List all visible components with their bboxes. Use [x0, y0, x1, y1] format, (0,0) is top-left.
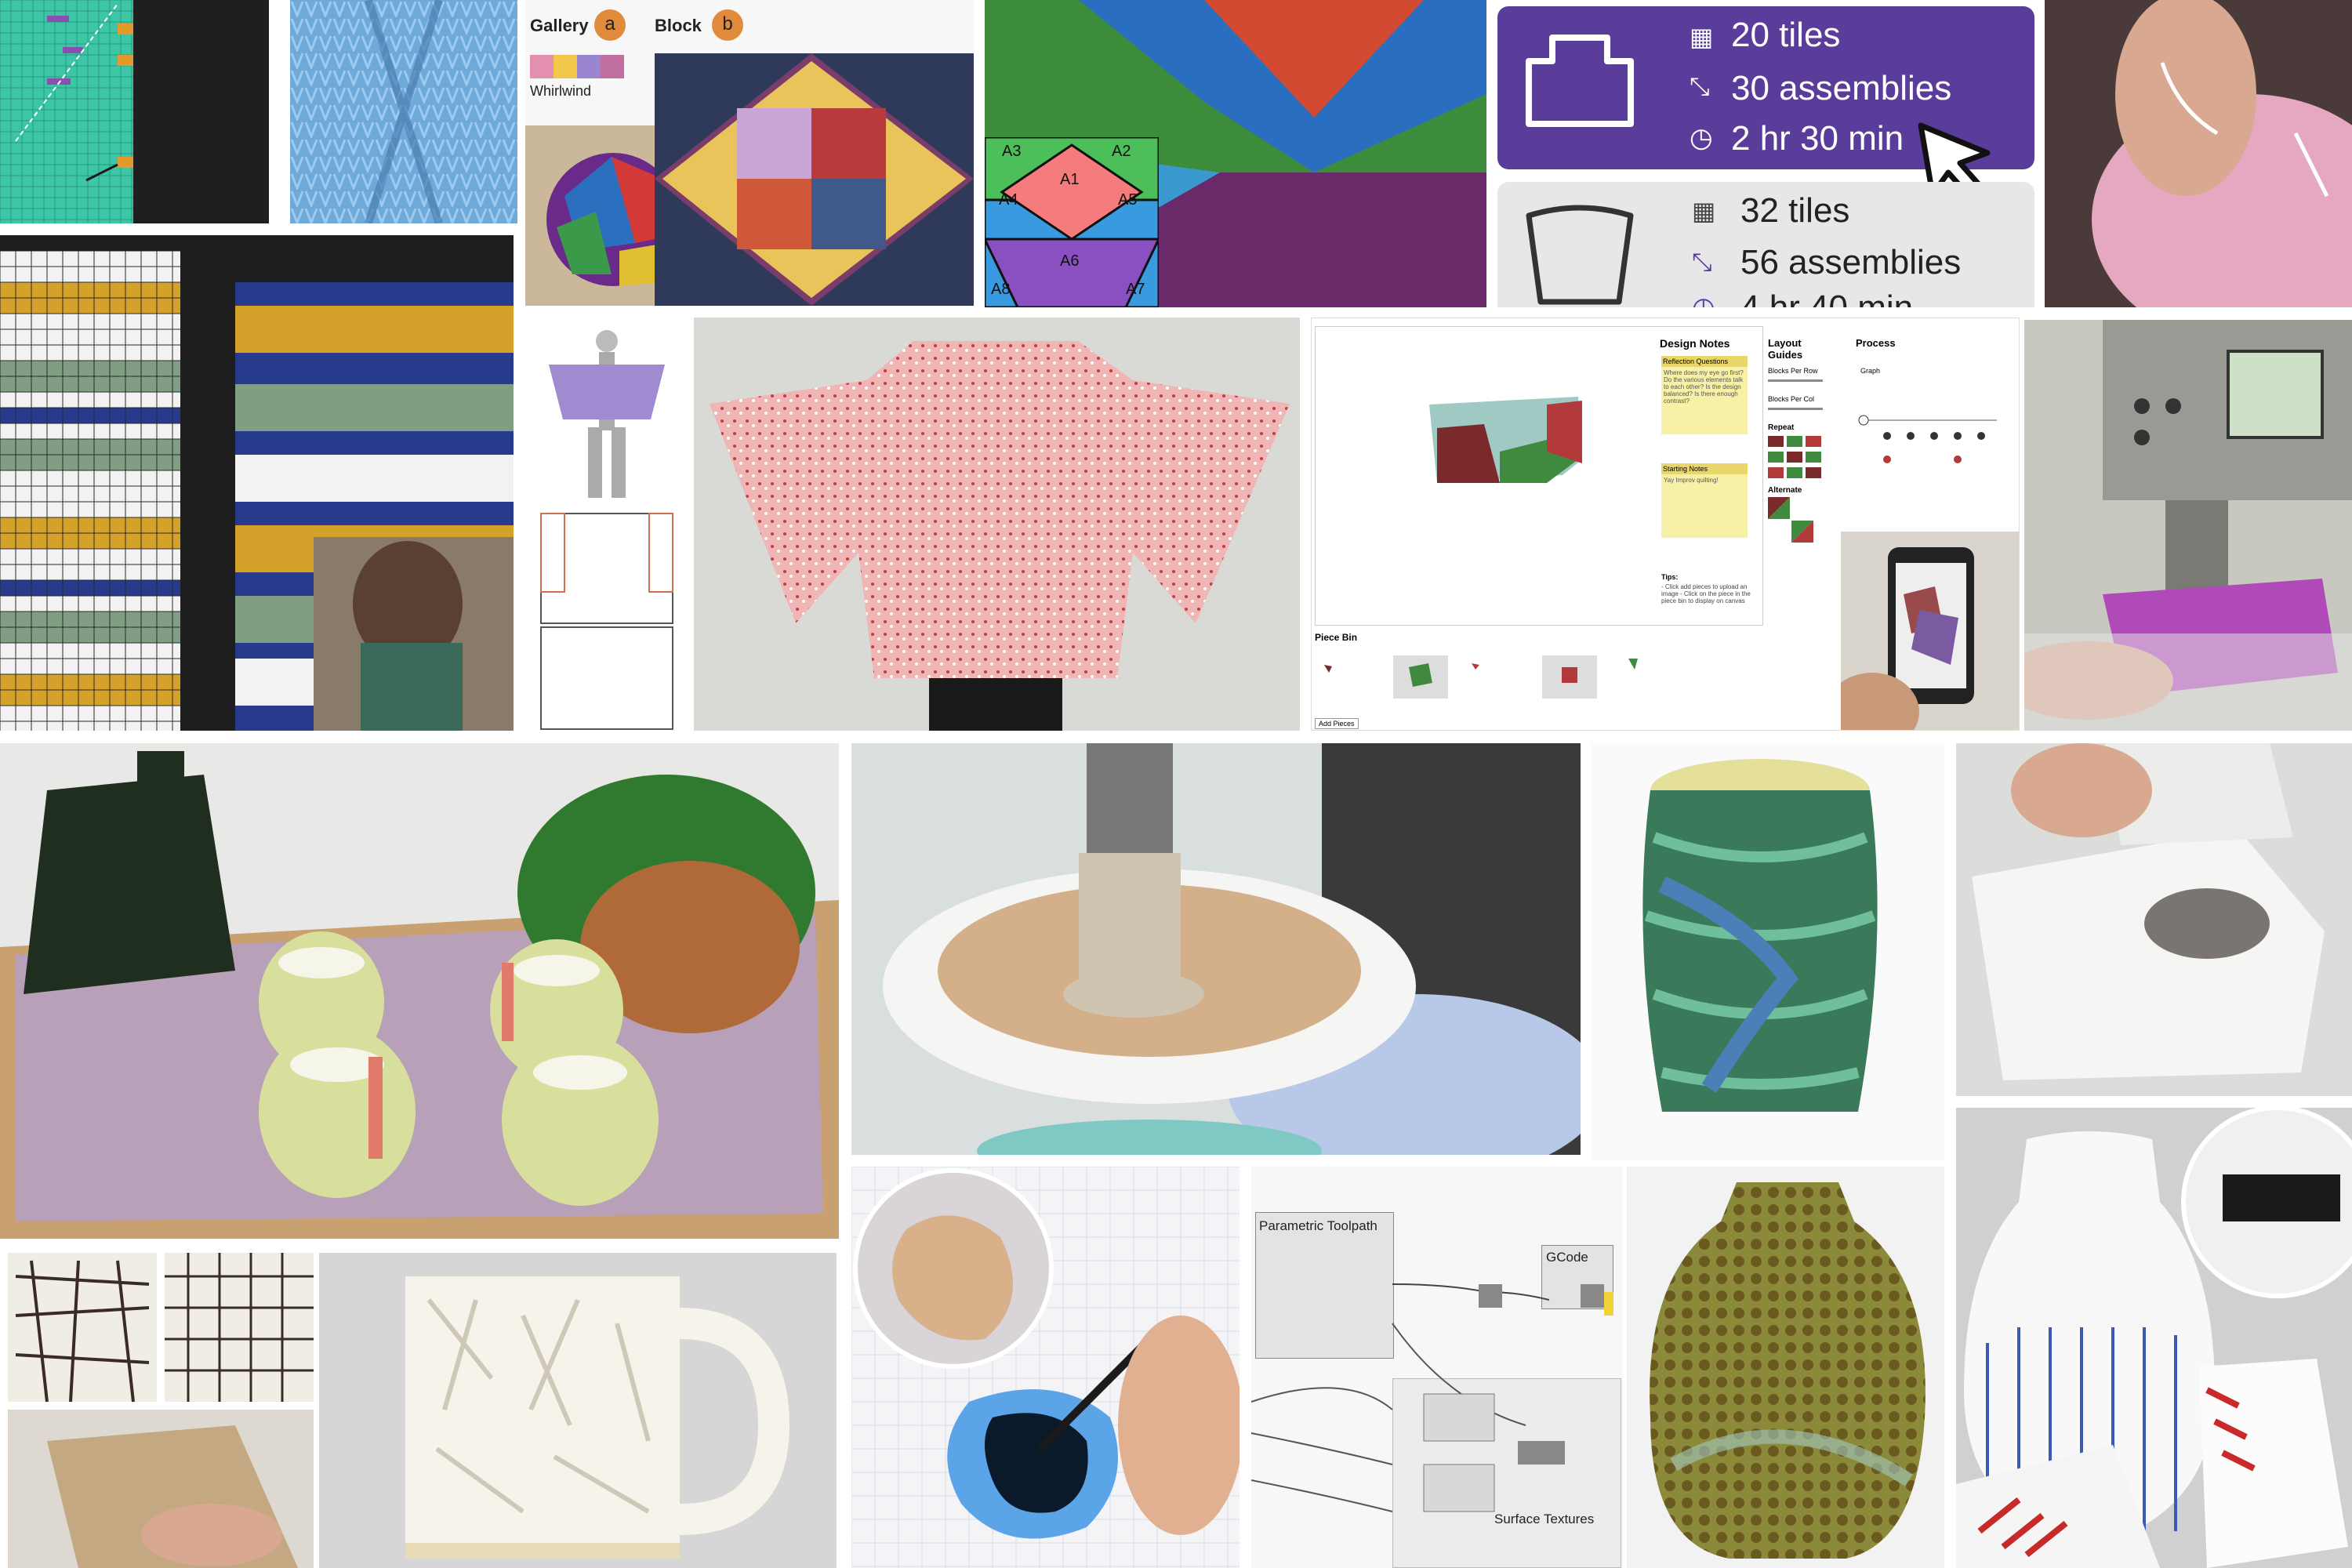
block-label-a1: A1 [1060, 171, 1080, 188]
beaded-vase-photo [1627, 1167, 1944, 1568]
repeat-preview[interactable] [1768, 436, 1823, 483]
process-graph[interactable] [1856, 405, 2013, 483]
block-label-a2: A2 [1112, 143, 1131, 160]
card1-tiles: 20 tiles [1731, 16, 1841, 54]
blocks-per-col-slider[interactable] [1768, 408, 1823, 410]
floral-shirt-photo [694, 318, 1300, 731]
garment-pattern-graphic [540, 330, 673, 730]
alternate-label: Alternate [1768, 486, 1802, 495]
garment-pattern-panel [525, 318, 688, 731]
gallery-label: Gallery [530, 16, 589, 35]
texture-swatches-graphic [8, 1253, 314, 1568]
blocks-per-col-label: Blocks Per Col [1768, 395, 1815, 403]
tips-title: Tips: [1661, 573, 1679, 581]
shirt-graphic [710, 341, 1290, 731]
sewing-machine-photo [2024, 320, 2352, 731]
cable-knit-swatch [290, 0, 517, 223]
toolpath-node-graph: Parametric Toolpath GCode Surface Textur… [1251, 1167, 1623, 1568]
blocks-per-row-label: Blocks Per Row [1768, 367, 1818, 375]
piece-bin-title: Piece Bin [1315, 632, 1358, 643]
colorwork-graphic [0, 251, 514, 731]
clock-icon-2: ◷ [1692, 292, 1715, 307]
clay-printing-graphic [851, 743, 1581, 1155]
gallery-marker: a [594, 9, 626, 41]
texture-swatches [0, 1253, 314, 1568]
pattern-name: Whirlwind [530, 83, 592, 99]
process-title: Process [1856, 337, 1896, 349]
graph-label: Graph [1860, 367, 1881, 375]
coiled-vessel-graphic [1642, 759, 1878, 1112]
coiled-vessel-photo [1592, 743, 1944, 1160]
tiles-icon: ▦ [1690, 23, 1714, 51]
shape-outline-icon [1526, 34, 1634, 127]
quilt-canvas-piece[interactable] [1429, 397, 1586, 483]
block-label: Block [655, 16, 702, 35]
card2-time: 4 hr 40 min [1740, 289, 1913, 307]
design-tool-ui: Design Notes Reflection Questions Where … [1311, 318, 2020, 731]
gallery-thumbnail[interactable] [530, 55, 632, 78]
reflection-title: Reflection Questions [1661, 356, 1748, 367]
block-label-a8: A8 [991, 281, 1011, 298]
layout-guides-title: Layout Guides [1768, 337, 1803, 361]
block-marker: b [712, 9, 743, 41]
piece-bin[interactable] [1315, 648, 1644, 702]
card1-assemblies: 30 assemblies [1731, 69, 1952, 107]
assemblies-icon: ⤡ [1690, 72, 1710, 100]
design-notes-title: Design Notes [1660, 337, 1730, 350]
knitting-chart-image [0, 0, 269, 223]
beaded-vase-graphic [1650, 1182, 1926, 1559]
assemblies-icon-2: ⤡ [1692, 248, 1712, 276]
vessel-outline-icon [1526, 205, 1634, 305]
block-label-a6: A6 [1060, 252, 1080, 270]
patterned-vases-photo [1956, 1108, 2352, 1568]
node-wires [1251, 1283, 1613, 1512]
embroidery-graphic [2045, 0, 2352, 307]
knitting-chart-graphic [0, 0, 269, 223]
plaster-mold-graphic [1956, 743, 2352, 1096]
reflection-text: Where does my eye go first? Do the vario… [1664, 369, 1744, 405]
starting-note: Starting Notes Yay Improv quilting! [1661, 463, 1748, 538]
stylus-drawing-graphic [851, 1167, 1240, 1568]
textured-mug-graphic [319, 1253, 837, 1568]
card1-time: 2 hr 30 min [1731, 119, 1904, 158]
starting-notes-title: Starting Notes [1661, 463, 1748, 474]
quilt-block-diagram [655, 53, 974, 306]
colorwork-chart-image [0, 235, 514, 731]
patterned-vases-graphic [1956, 1108, 2352, 1568]
starting-notes-text: Yay Improv quilting! [1664, 477, 1719, 484]
ceramic-cups-photo [0, 743, 839, 1239]
stylus-drawing-photo [851, 1167, 1240, 1568]
textured-mug-photo [319, 1253, 837, 1568]
assembly-stats-panel: ▦ 20 tiles ⤡ 30 assemblies ◷ 2 hr 30 min… [1497, 0, 2034, 307]
embroidery-photo [2045, 0, 2352, 307]
tips-text: - Click add pieces to upload an image - … [1661, 583, 1751, 604]
add-pieces-button[interactable]: Add Pieces [1315, 718, 1359, 729]
blocks-per-row-slider[interactable] [1768, 379, 1823, 382]
card2-tiles: 32 tiles [1740, 191, 1850, 230]
fabric-block-photo: A3 A2 A1 A4 A5 A6 A8 A7 [985, 0, 1486, 307]
quilt-gallery-panel: Gallery a Block b Whirlwind [525, 0, 974, 306]
block-label-a7: A7 [1126, 281, 1145, 298]
plaster-mold-photo [1956, 743, 2352, 1096]
alternate-preview[interactable] [1768, 497, 1815, 544]
clay-printing-photo [851, 743, 1581, 1155]
clock-icon: ◷ [1690, 123, 1713, 153]
block-label-a5: A5 [1118, 191, 1138, 209]
repeat-label: Repeat [1768, 423, 1795, 432]
block-label-a4: A4 [999, 191, 1018, 209]
reflection-note: Reflection Questions Where does my eye g… [1661, 356, 1748, 434]
block-label-a3: A3 [1002, 143, 1022, 160]
tiles-icon-2: ▦ [1692, 197, 1716, 225]
sewing-machine-graphic [2024, 320, 2352, 731]
card2-assemblies: 56 assemblies [1740, 243, 1962, 281]
cable-knit-graphic [290, 0, 517, 223]
ceramic-cups-graphic [0, 743, 839, 1239]
phone-photo [1841, 532, 2019, 730]
